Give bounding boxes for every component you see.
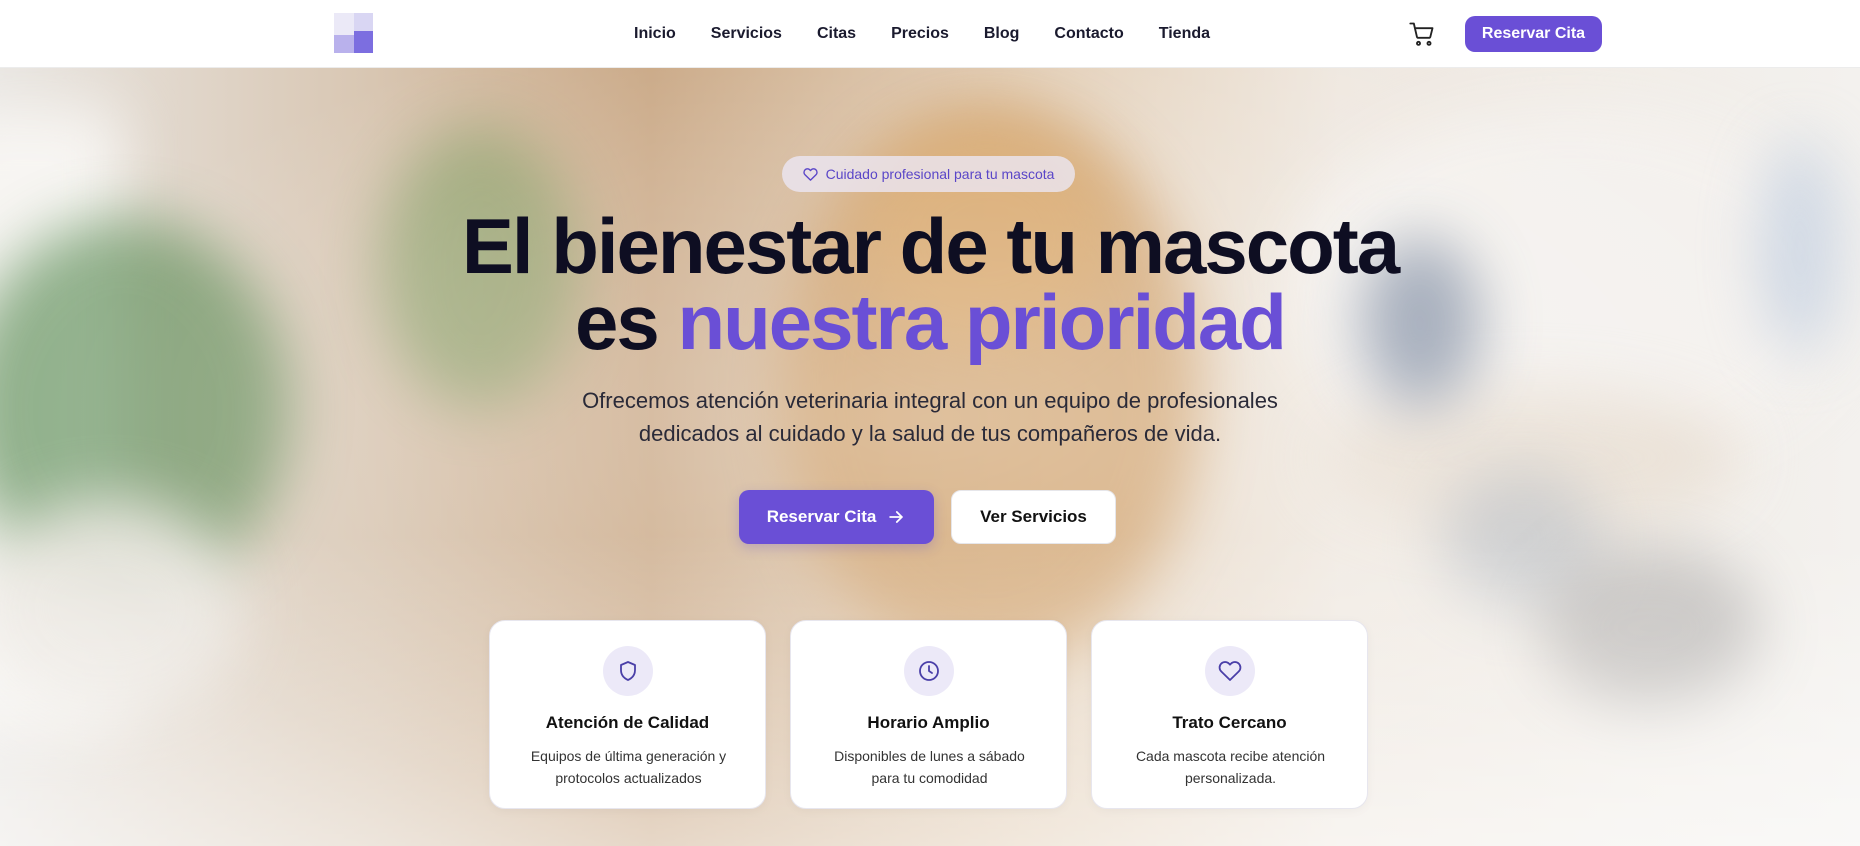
feature-card-calidad: Atención de Calidad Equipos de última ge… <box>489 620 766 809</box>
nav-link-tienda[interactable]: Tienda <box>1159 25 1210 43</box>
nav-link-inicio[interactable]: Inicio <box>634 25 676 43</box>
reservar-cita-nav-button[interactable]: Reservar Cita <box>1465 16 1602 52</box>
hero-headline: El bienestar de tu mascota es nuestra pr… <box>380 202 1480 361</box>
nav-link-blog[interactable]: Blog <box>984 25 1020 43</box>
arrow-right-icon <box>889 511 904 523</box>
shield-icon <box>603 646 653 696</box>
nav-link-contacto[interactable]: Contacto <box>1054 25 1123 43</box>
logo-block <box>354 31 373 53</box>
feature-card-horario: Horario Amplio Disponibles de lunes a sá… <box>790 620 1067 809</box>
logo-block <box>334 35 354 53</box>
headline-accent: nuestra prioridad <box>677 278 1286 366</box>
heart-icon <box>802 167 818 181</box>
hero-badge: Cuidado profesional para tu mascota <box>782 156 1075 192</box>
feature-text: Cada mascota recibe atención personaliza… <box>1135 748 1326 786</box>
nav-link-citas[interactable]: Citas <box>817 25 856 43</box>
clock-icon <box>904 646 954 696</box>
logo-block <box>334 13 354 35</box>
feature-text: Disponibles de lunes a sábado para tu co… <box>834 748 1025 786</box>
feature-text: Equipos de última generación y protocolo… <box>530 748 727 786</box>
nav-link-precios[interactable]: Precios <box>891 25 949 43</box>
ver-servicios-button[interactable]: Ver Servicios <box>951 490 1116 544</box>
nav-link-servicios[interactable]: Servicios <box>711 25 782 43</box>
brand-logo[interactable] <box>334 13 373 53</box>
feature-title: Atención de Calidad <box>545 713 710 732</box>
feature-title: Horario Amplio <box>867 713 990 732</box>
headline-line-2: es nuestra prioridad <box>380 283 1480 361</box>
reservar-cita-label: Reservar Cita <box>766 507 877 526</box>
feature-title: Trato Cercano <box>1172 713 1287 732</box>
reservar-cita-hero-button[interactable]: Reservar Cita <box>739 490 934 544</box>
hero-badge-text: Cuidado profesional para tu mascota <box>825 166 1055 182</box>
main-nav: Inicio Servicios Citas Precios Blog Cont… <box>634 0 1245 68</box>
headline-line-1: El bienestar de tu mascota <box>461 202 1400 290</box>
headline-plain: es <box>575 278 660 366</box>
feature-card-trato: Trato Cercano Cada mascota recibe atenci… <box>1091 620 1368 809</box>
navbar: Inicio Servicios Citas Precios Blog Cont… <box>0 0 1860 68</box>
shopping-cart-icon[interactable] <box>1408 20 1436 48</box>
hero-subtitle: Ofrecemos atención veterinaria integral … <box>582 388 1278 446</box>
heart-icon <box>1205 646 1255 696</box>
